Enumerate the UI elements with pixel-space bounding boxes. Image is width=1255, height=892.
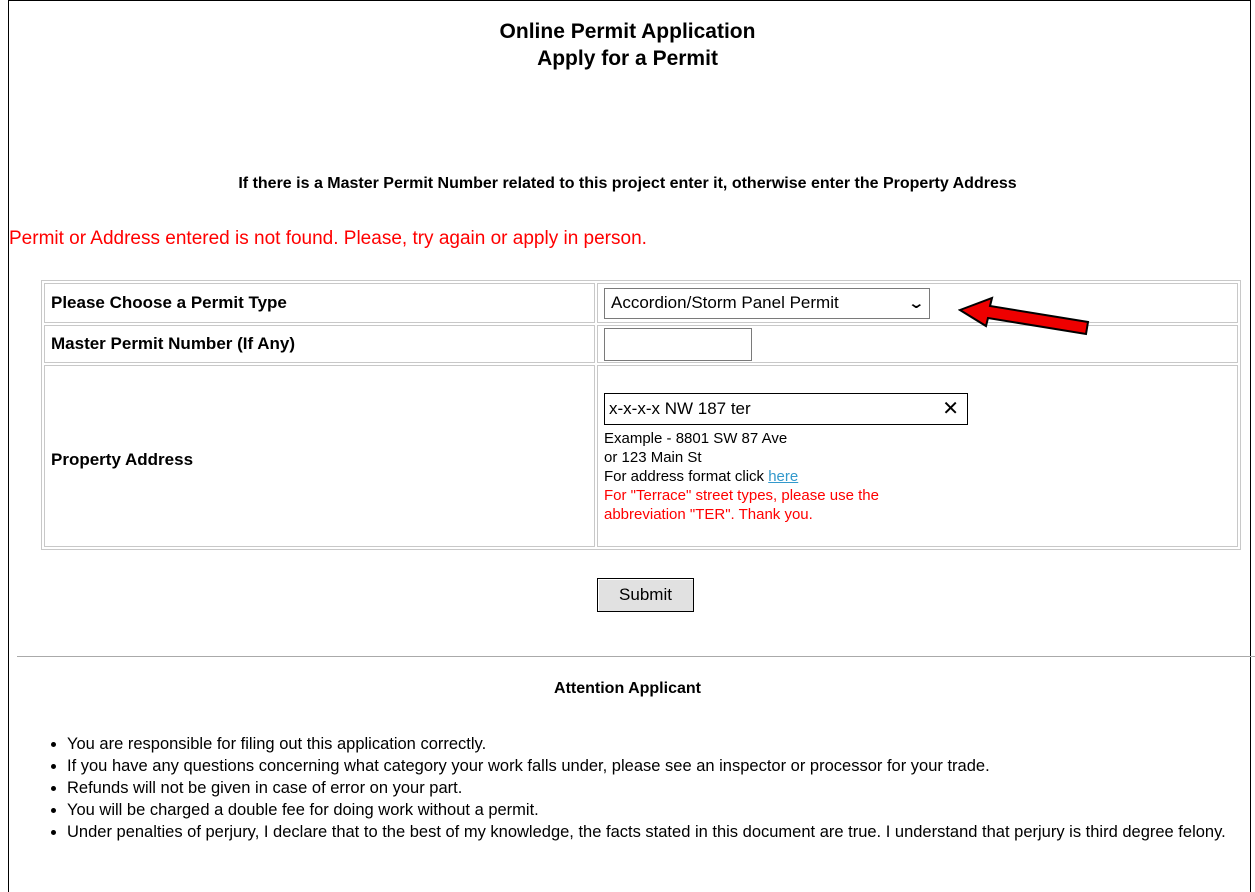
- error-message: Permit or Address entered is not found. …: [9, 228, 647, 249]
- address-example-1: Example - 8801 SW 87 Ave: [604, 429, 788, 447]
- permit-type-cell: Accordion/Storm Panel Permit ⌄: [597, 283, 1238, 323]
- red-arrow-icon: [958, 296, 1090, 336]
- property-address-label: Property Address: [44, 365, 595, 547]
- master-permit-cell: [597, 325, 1238, 363]
- permit-type-selected-value: Accordion/Storm Panel Permit: [611, 293, 839, 312]
- address-format-text: For address format click: [604, 467, 769, 485]
- page-subtitle: Apply for a Permit: [537, 47, 718, 70]
- property-address-value: x-x-x-x NW 187 ter: [609, 398, 751, 418]
- address-help: Example - 8801 SW 87 Ave or 123 Main St …: [604, 429, 1231, 524]
- list-item: You are responsible for filing out this …: [67, 733, 1255, 755]
- list-item: Refunds will not be given in case of err…: [67, 777, 1255, 799]
- instruction-text: If there is a Master Permit Number relat…: [238, 175, 1017, 192]
- address-example-2: or 123 Main St: [604, 448, 702, 466]
- list-item: If you have any questions concerning wha…: [67, 755, 1255, 777]
- clear-icon[interactable]: ✕: [942, 396, 959, 421]
- address-format-link[interactable]: here: [768, 468, 798, 485]
- terrace-note-2: abbreviation "TER". Thank you.: [604, 505, 813, 523]
- property-address-cell: x-x-x-x NW 187 ter ✕ Example - 8801 SW 8…: [597, 365, 1238, 547]
- submit-button[interactable]: Submit: [597, 578, 694, 612]
- page-title: Online Permit Application: [499, 20, 756, 43]
- property-address-row: Property Address x-x-x-x NW 187 ter ✕ Ex…: [44, 365, 1238, 547]
- master-permit-input[interactable]: [604, 327, 752, 361]
- master-permit-label: Master Permit Number (If Any): [44, 325, 595, 363]
- list-item: You will be charged a double fee for doi…: [67, 799, 1255, 821]
- terrace-note-1: For "Terrace" street types, please use t…: [604, 486, 879, 504]
- attention-list: You are responsible for filing out this …: [40, 733, 1255, 843]
- list-item: Under penalties of perjury, I declare th…: [67, 821, 1255, 843]
- permit-type-select[interactable]: Accordion/Storm Panel Permit ⌄: [604, 287, 930, 319]
- chevron-down-icon: ⌄: [907, 295, 926, 312]
- permit-type-label: Please Choose a Permit Type: [44, 283, 595, 323]
- attention-heading: Attention Applicant: [554, 680, 701, 697]
- address-format-line: For address format click here: [604, 467, 1231, 486]
- divider: [17, 656, 1255, 657]
- property-address-input[interactable]: x-x-x-x NW 187 ter ✕: [604, 392, 968, 425]
